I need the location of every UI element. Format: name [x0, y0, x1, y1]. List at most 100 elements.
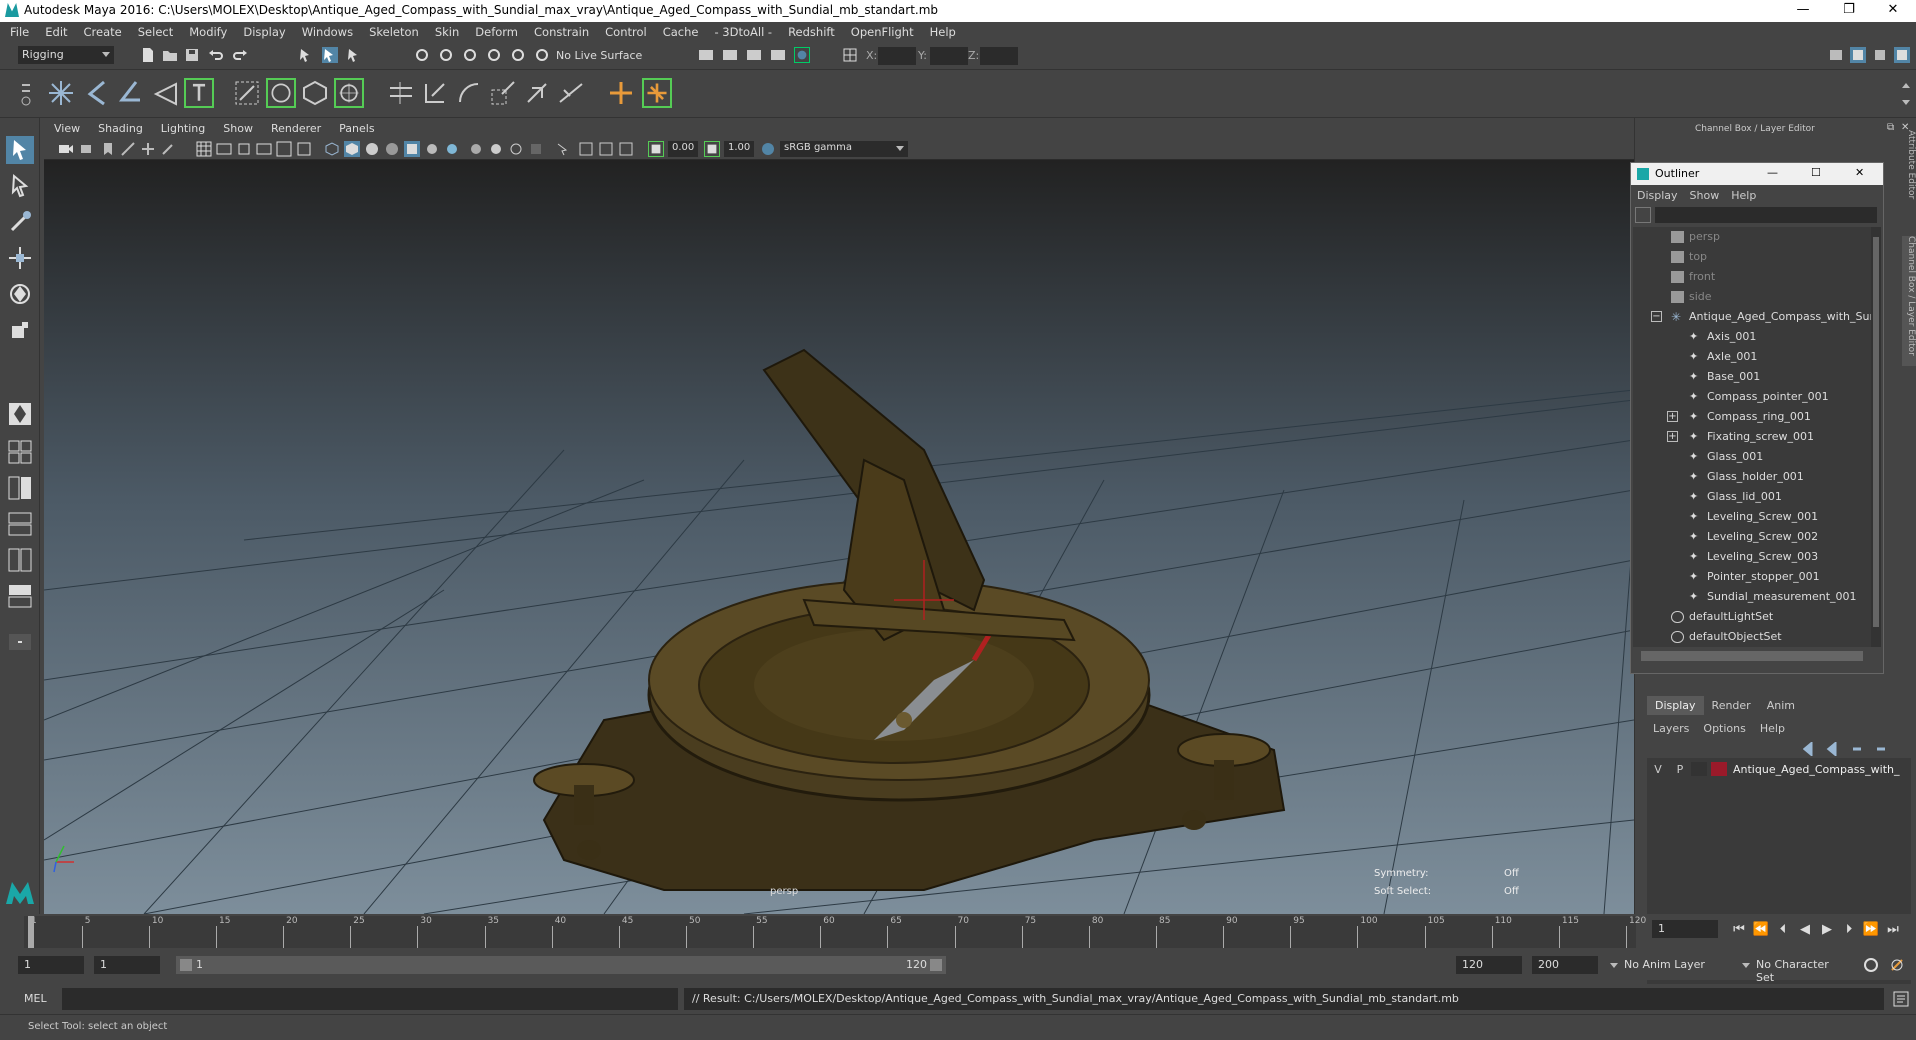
menu-control[interactable]: Control	[605, 25, 647, 39]
mirror-joint-icon[interactable]	[116, 78, 146, 108]
snap-view-plane-icon[interactable]	[486, 47, 502, 63]
viewport-menu-lighting[interactable]: Lighting	[161, 122, 205, 135]
save-scene-icon[interactable]	[184, 47, 200, 63]
outliner-item[interactable]: ✦ Axis_001	[1633, 327, 1871, 347]
range-bar[interactable]: 1 120	[176, 956, 946, 974]
depth-of-field-icon[interactable]	[508, 141, 524, 157]
outliner-minimize-button[interactable]: —	[1767, 166, 1778, 179]
paint-select-tool-icon[interactable]	[6, 208, 34, 236]
outliner-item[interactable]: defaultObjectSet	[1633, 627, 1871, 647]
outliner-menu-show[interactable]: Show	[1690, 189, 1720, 202]
xray-icon[interactable]	[554, 141, 570, 157]
play-forwards-icon[interactable]: ▶	[1816, 922, 1838, 937]
y-coordinate-field[interactable]	[930, 47, 968, 65]
multisample-aa-icon[interactable]	[488, 141, 504, 157]
time-ruler[interactable]: 1510152025303540455055606570758085909510…	[24, 916, 1646, 948]
snap-surface-icon[interactable]	[510, 47, 526, 63]
playback-start-field[interactable]: 1	[94, 956, 160, 974]
outliner-menu-help[interactable]: Help	[1731, 189, 1756, 202]
range-start-handle[interactable]	[180, 959, 192, 971]
layer-menu-options[interactable]: Options	[1703, 722, 1745, 735]
go-to-start-icon[interactable]: ⏮	[1728, 922, 1750, 937]
cluster-icon[interactable]	[300, 78, 330, 108]
outliner-menu-display[interactable]: Display	[1637, 189, 1678, 202]
menu-3dtoall[interactable]: - 3DtoAll -	[714, 25, 772, 39]
layer-row[interactable]: V P Antique_Aged_Compass_with_	[1647, 760, 1911, 778]
close-button[interactable]: ✕	[1870, 0, 1916, 22]
smooth-shade-icon[interactable]	[344, 141, 360, 157]
menu-constrain[interactable]: Constrain	[534, 25, 589, 39]
outliner-filter-icon[interactable]	[1635, 207, 1651, 223]
new-scene-icon[interactable]	[140, 47, 156, 63]
tab-anim[interactable]: Anim	[1759, 696, 1803, 715]
outliner-item[interactable]: ✦ Glass_001	[1633, 447, 1871, 467]
redo-icon[interactable]	[232, 47, 248, 63]
animation-end-field[interactable]: 200	[1532, 956, 1598, 974]
move-tool-icon[interactable]	[6, 244, 34, 272]
outliner-item[interactable]: front	[1633, 267, 1871, 287]
soft-mod-icon[interactable]	[334, 78, 364, 108]
outliner-item[interactable]: ✦ Glass_lid_001	[1633, 487, 1871, 507]
shadows-icon[interactable]	[424, 141, 440, 157]
render-settings-icon[interactable]	[746, 47, 762, 63]
outliner-item[interactable]: persp	[1633, 227, 1871, 247]
outliner-item[interactable]: ✦ Compass_pointer_001	[1633, 387, 1871, 407]
insert-joint-icon[interactable]	[82, 78, 112, 108]
layer-color-swatch[interactable]	[1711, 762, 1727, 776]
outliner-item[interactable]: ✦ Glass_holder_001	[1633, 467, 1871, 487]
menu-skeleton[interactable]: Skeleton	[369, 25, 419, 39]
3d-scene-view[interactable]: persp Symmetry: Off Soft Select: Off	[44, 160, 1634, 914]
layer-type-toggle[interactable]	[1691, 762, 1707, 776]
step-forward-icon[interactable]: ⏩	[1860, 922, 1882, 937]
render-view-icon[interactable]	[794, 47, 810, 63]
restore-button[interactable]: ❐	[1826, 0, 1872, 22]
exposure-field[interactable]: 0.00	[668, 141, 698, 157]
bookmark-icon[interactable]	[100, 141, 116, 157]
menu-deform[interactable]: Deform	[475, 25, 518, 39]
modeling-toolkit-icon[interactable]	[1828, 47, 1844, 63]
grease-pencil-icon[interactable]	[160, 141, 176, 157]
layer-playback-toggle[interactable]: P	[1669, 763, 1691, 776]
scale-constraint-icon[interactable]	[488, 78, 518, 108]
minimize-button[interactable]: —	[1780, 0, 1826, 22]
menu-modify[interactable]: Modify	[189, 25, 227, 39]
play-backwards-icon[interactable]: ◀	[1794, 922, 1816, 937]
layout-persp-graph-icon[interactable]	[6, 582, 34, 610]
step-back-icon[interactable]: ⏪	[1750, 922, 1772, 937]
open-scene-icon[interactable]	[162, 47, 178, 63]
rotate-tool-icon[interactable]	[6, 280, 34, 308]
script-editor-icon[interactable]	[1892, 990, 1910, 1008]
auto-key-icon[interactable]	[1862, 956, 1880, 974]
input-line-mode-icon[interactable]	[842, 47, 858, 63]
screen-space-ao-icon[interactable]	[444, 141, 460, 157]
x-coordinate-field[interactable]	[878, 47, 916, 65]
step-back-key-icon[interactable]: ⏴	[1772, 922, 1794, 937]
menu-edit[interactable]: Edit	[45, 25, 67, 39]
channel-box-side-tab[interactable]: Channel Box / Layer Editor	[1902, 236, 1916, 366]
current-time-indicator[interactable]	[28, 916, 34, 948]
layer-menu-help[interactable]: Help	[1760, 722, 1785, 735]
command-input[interactable]	[62, 988, 678, 1010]
gamma-field[interactable]: 1.00	[724, 141, 754, 157]
layout-graph-icon[interactable]	[6, 546, 34, 574]
textured-icon[interactable]	[384, 141, 400, 157]
select-camera-icon[interactable]	[58, 141, 74, 157]
animation-preferences-icon[interactable]	[1888, 956, 1906, 974]
layer-toolbar-icons[interactable]	[1803, 742, 1893, 756]
tab-display[interactable]: Display	[1647, 696, 1704, 715]
step-forward-key-icon[interactable]: ⏵	[1838, 922, 1860, 937]
gamma-icon[interactable]	[704, 141, 720, 157]
menu-display[interactable]: Display	[243, 25, 285, 39]
bind-skin-icon[interactable]	[232, 78, 262, 108]
collapse-icon[interactable]: −	[1651, 311, 1662, 322]
parent-constraint-icon[interactable]	[386, 78, 416, 108]
menu-file[interactable]: File	[10, 25, 29, 39]
z-coordinate-field[interactable]	[980, 47, 1018, 65]
render-current-frame-icon[interactable]	[698, 47, 714, 63]
outliner-item[interactable]: defaultLightSet	[1633, 607, 1871, 627]
safe-action-icon[interactable]	[296, 141, 312, 157]
menuset-dropdown[interactable]: Rigging	[18, 46, 114, 64]
ik-handle-icon[interactable]	[184, 78, 214, 108]
viewport-menu-panels[interactable]: Panels	[339, 122, 374, 135]
field-chart-icon[interactable]	[276, 141, 292, 157]
